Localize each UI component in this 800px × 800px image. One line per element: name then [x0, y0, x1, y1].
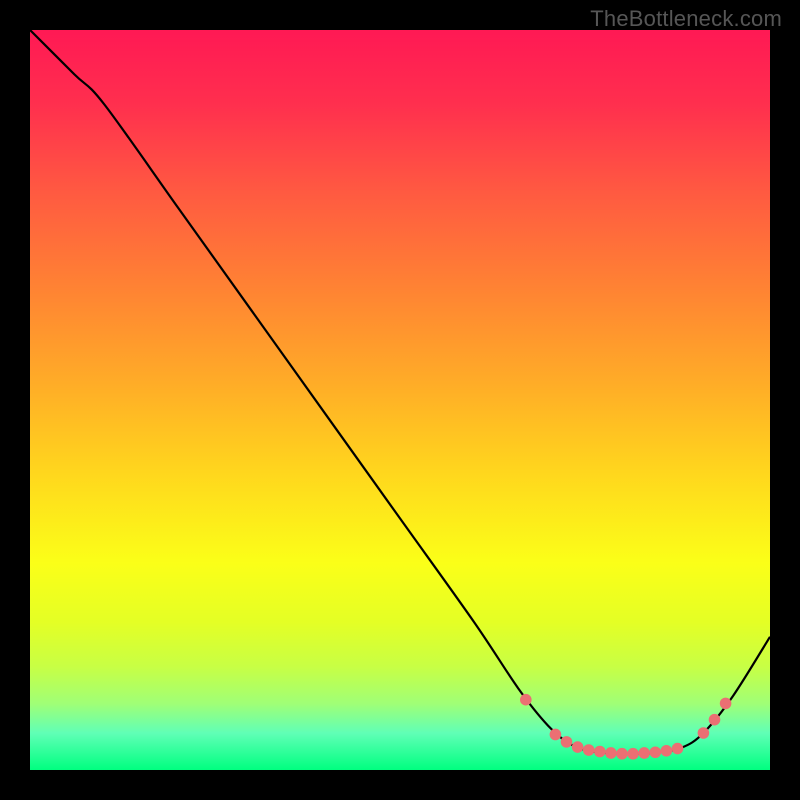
- plot-area: [30, 30, 770, 770]
- data-point: [572, 741, 584, 753]
- data-point: [594, 746, 606, 758]
- data-point: [720, 698, 732, 710]
- data-point: [638, 747, 650, 759]
- data-point: [605, 747, 617, 759]
- data-point: [698, 727, 710, 739]
- data-point: [561, 736, 573, 748]
- chart-frame: TheBottleneck.com: [0, 0, 800, 800]
- data-point: [583, 744, 595, 756]
- data-point: [550, 729, 562, 741]
- watermark-text: TheBottleneck.com: [590, 6, 782, 32]
- gradient-background: [30, 30, 770, 770]
- data-point: [672, 743, 684, 755]
- data-point: [520, 694, 532, 706]
- data-point: [627, 748, 639, 760]
- data-point: [650, 746, 662, 758]
- data-point: [661, 745, 673, 757]
- data-point: [709, 714, 721, 726]
- chart-svg: [30, 30, 770, 770]
- data-point: [616, 748, 628, 760]
